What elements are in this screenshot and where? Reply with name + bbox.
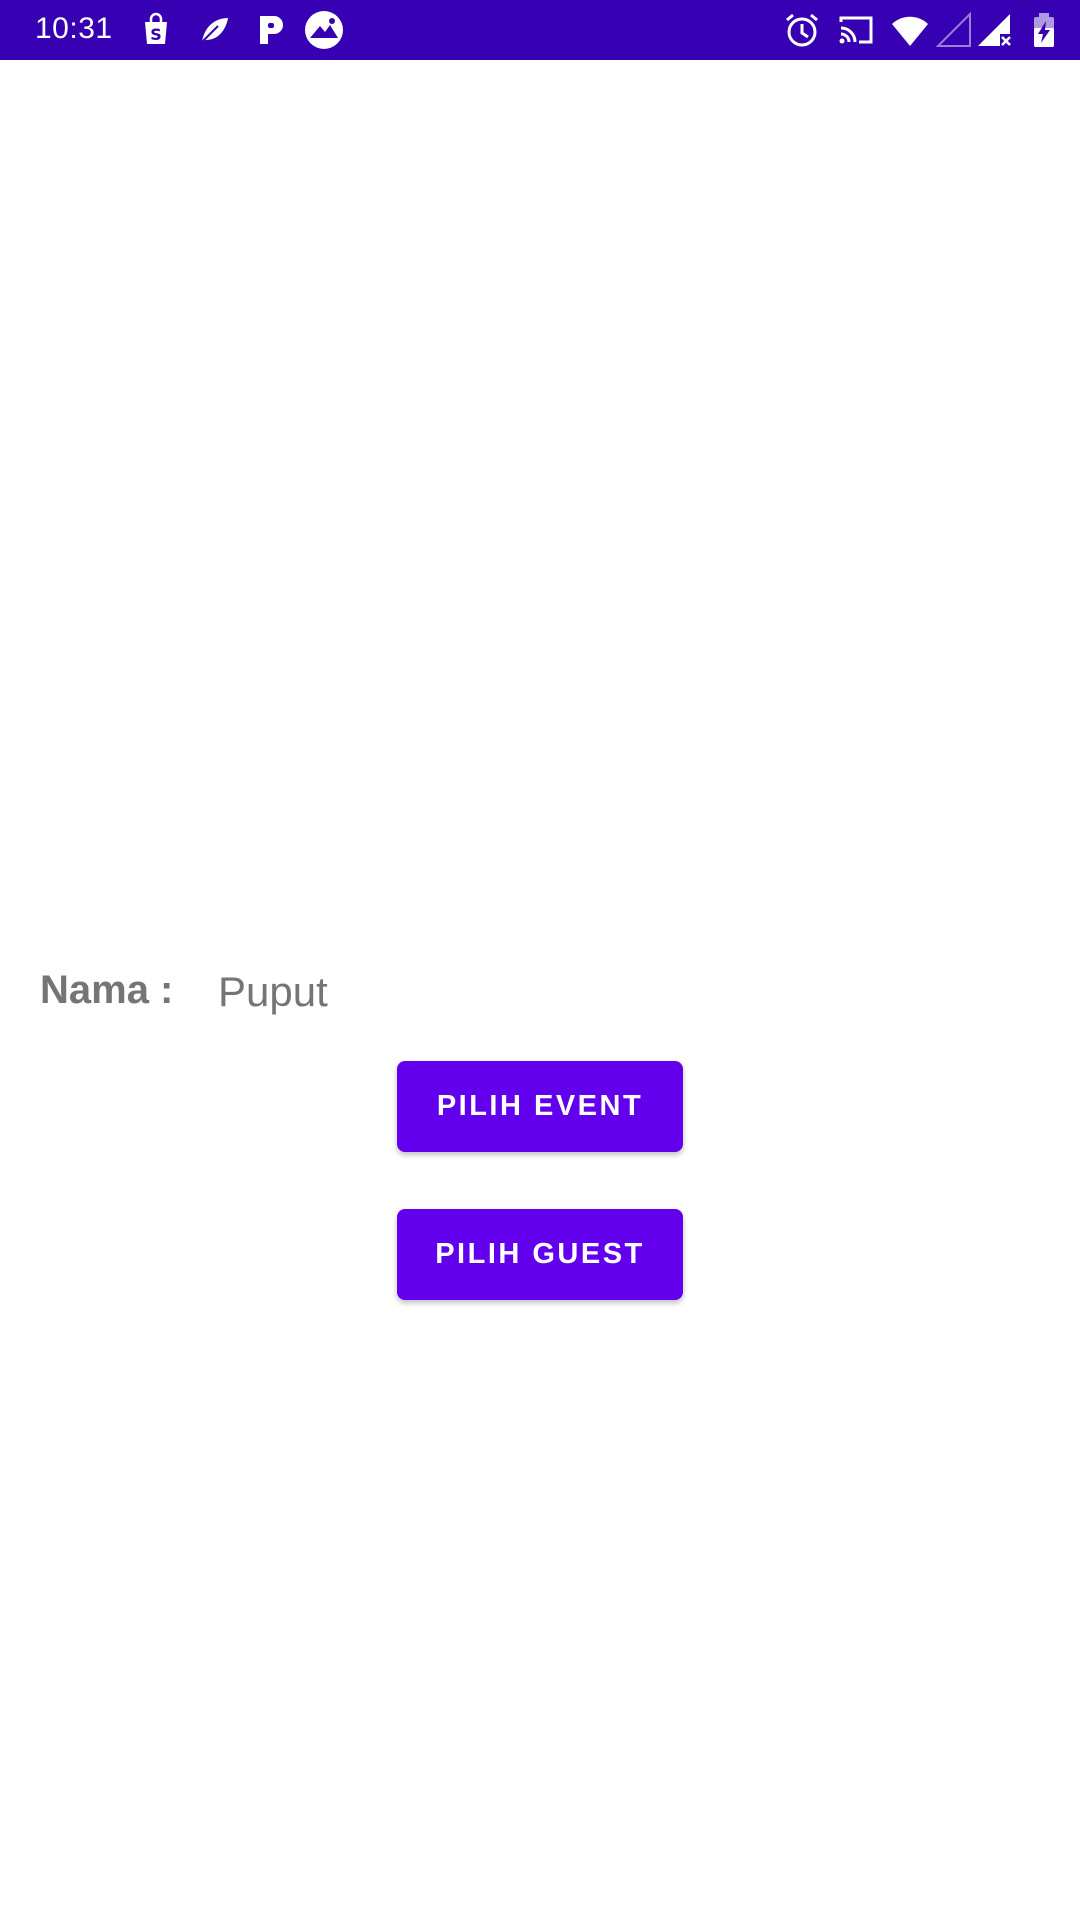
status-time: 10:31 bbox=[35, 12, 113, 45]
shopee-bag-icon: S bbox=[145, 12, 167, 44]
pick-guest-button[interactable]: PILIH GUEST bbox=[397, 1209, 683, 1300]
feather-app-icon bbox=[201, 18, 228, 43]
name-label: Nama : bbox=[40, 968, 174, 1012]
status-bar: 10:31 S bbox=[0, 0, 1080, 60]
signal-empty-icon bbox=[935, 11, 971, 47]
svg-text:S: S bbox=[150, 25, 162, 44]
cast-icon bbox=[839, 16, 873, 44]
alarm-icon bbox=[786, 13, 818, 47]
signal-no-sim-icon bbox=[978, 14, 1011, 46]
mountain-app-icon bbox=[305, 11, 343, 49]
name-value: Puput bbox=[218, 968, 328, 1015]
wifi-icon bbox=[892, 16, 928, 46]
p-app-icon bbox=[260, 16, 283, 44]
battery-charging-icon bbox=[1034, 13, 1054, 47]
pick-event-button[interactable]: PILIH EVENT bbox=[397, 1061, 683, 1152]
